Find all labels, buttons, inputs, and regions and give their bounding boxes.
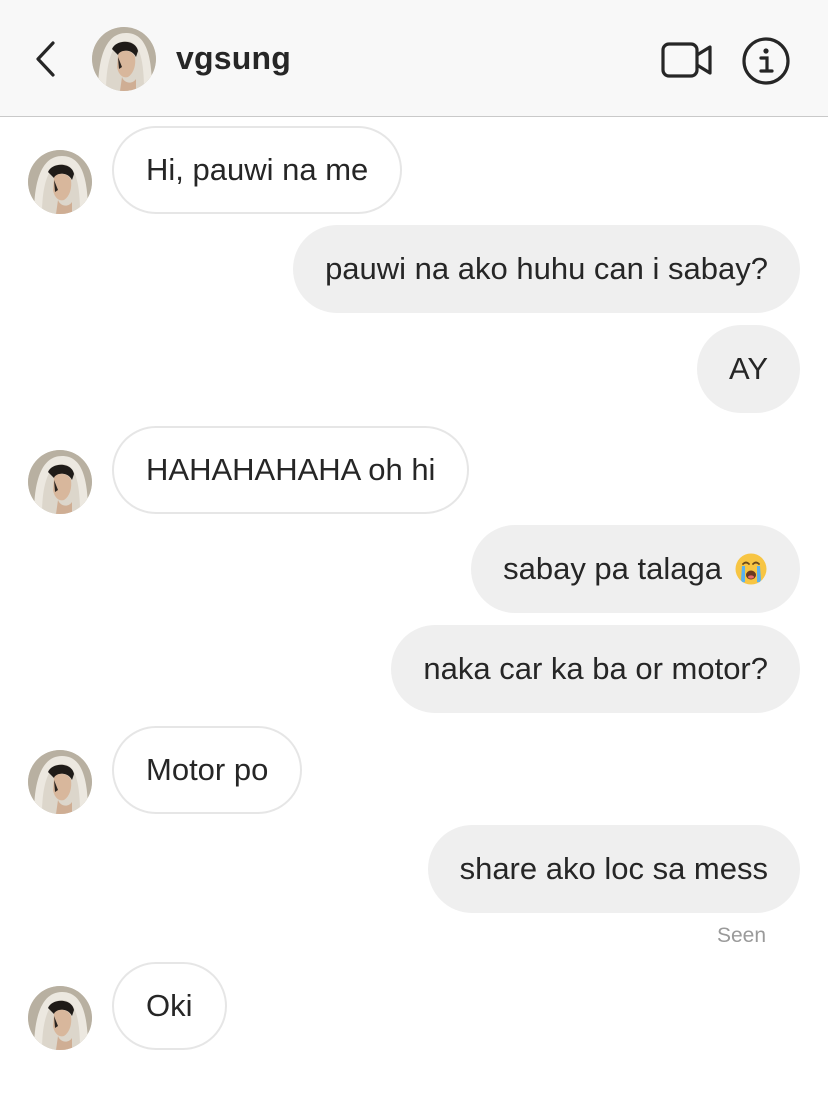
message-text: Oki bbox=[146, 988, 193, 1023]
incoming-message[interactable]: Motor po bbox=[112, 726, 303, 814]
message-text: sabay pa talaga bbox=[503, 551, 722, 586]
incoming-message[interactable]: HAHAHAHAHA oh hi bbox=[112, 426, 470, 514]
message-text: HAHAHAHAHA oh hi bbox=[146, 452, 436, 487]
info-icon bbox=[742, 37, 790, 85]
message-text: share ako loc sa mess bbox=[459, 851, 768, 886]
chevron-left-icon bbox=[36, 41, 55, 77]
back-button[interactable] bbox=[28, 38, 62, 80]
video-call-button[interactable] bbox=[660, 40, 714, 80]
sender-avatar[interactable] bbox=[28, 750, 92, 814]
sender-avatar[interactable] bbox=[28, 150, 92, 214]
contact-username[interactable]: vgsung bbox=[176, 40, 291, 77]
message-thread: Hi, pauwi na me pauwi na ako huhu can i … bbox=[0, 117, 828, 1103]
outgoing-message[interactable]: pauwi na ako huhu can i sabay? bbox=[293, 225, 800, 313]
incoming-message[interactable]: Hi, pauwi na me bbox=[112, 126, 403, 214]
sender-avatar[interactable] bbox=[28, 450, 92, 514]
message-text: pauwi na ako huhu can i sabay? bbox=[325, 251, 768, 286]
message-text: Hi, pauwi na me bbox=[146, 152, 369, 187]
header-avatar[interactable] bbox=[92, 27, 156, 91]
outgoing-message[interactable]: AY bbox=[696, 325, 800, 413]
outgoing-message[interactable]: sabay pa talaga bbox=[471, 525, 800, 613]
sender-avatar[interactable] bbox=[28, 986, 92, 1050]
incoming-message[interactable]: Oki bbox=[112, 962, 227, 1050]
outgoing-message[interactable]: naka car ka ba or motor? bbox=[391, 625, 800, 713]
message-text: naka car ka ba or motor? bbox=[423, 651, 768, 686]
seen-indicator: Seen bbox=[716, 924, 766, 947]
outgoing-message[interactable]: share ako loc sa mess bbox=[427, 825, 800, 913]
loudly-crying-face-icon bbox=[735, 553, 767, 585]
info-button[interactable] bbox=[740, 35, 792, 87]
message-text: AY bbox=[728, 351, 768, 386]
chat-header: vgsung bbox=[0, 0, 828, 117]
message-text: Motor po bbox=[146, 752, 269, 787]
video-camera-icon bbox=[661, 42, 712, 78]
